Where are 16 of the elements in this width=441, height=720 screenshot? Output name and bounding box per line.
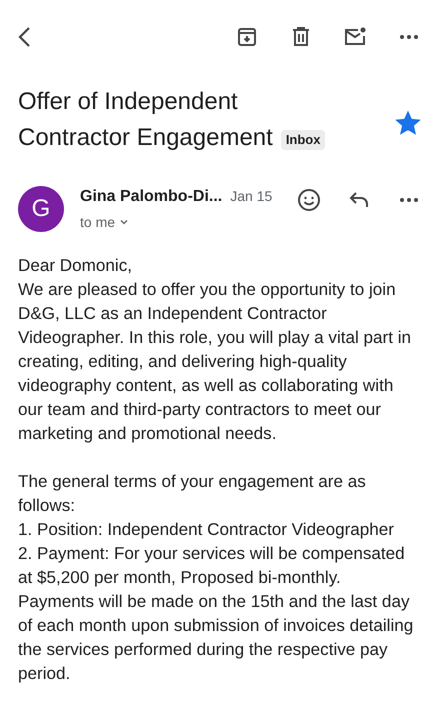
recipient-toggle[interactable]: to me: [80, 214, 130, 230]
email-subject-line: Offer of Independent: [18, 87, 238, 117]
inbox-label[interactable]: Inbox: [280, 130, 326, 150]
message-date: Jan 15: [230, 188, 272, 204]
body-paragraph: The general terms of your engagement are as follows:: [18, 471, 367, 517]
archive-icon[interactable]: [235, 25, 259, 49]
body-paragraph: Dear Domonic,: [18, 255, 133, 277]
body-paragraph: 2. Payment: For your services will be compensated at $5,200 per month, Proposed bi-monthly. Payments will be made on the 15th and the last day of each month upon submission of invoices detailing the services performed during the respective pay period.: [18, 543, 414, 685]
caret-icon: [119, 217, 130, 227]
sender-name: Gina Palombo-Di...: [80, 188, 222, 206]
email-subject-line: Contractor Engagement: [18, 123, 273, 153]
body-paragraph: 1. Position: Independent Contractor Videographer: [18, 519, 396, 541]
body-paragraph: We are pleased to offer you the opportunity to join D&G, LLC as an Independent Contractor Videographer. In this role, you will play a vital part in creating, editing, and delivering high-quality videography content, as well as collaborating with our team and third-party contractors to meet our marketing and promotional needs.: [18, 279, 412, 445]
emoji-icon[interactable]: [297, 188, 321, 212]
star-icon[interactable]: [395, 110, 421, 136]
sender-avatar[interactable]: G: [18, 186, 64, 232]
